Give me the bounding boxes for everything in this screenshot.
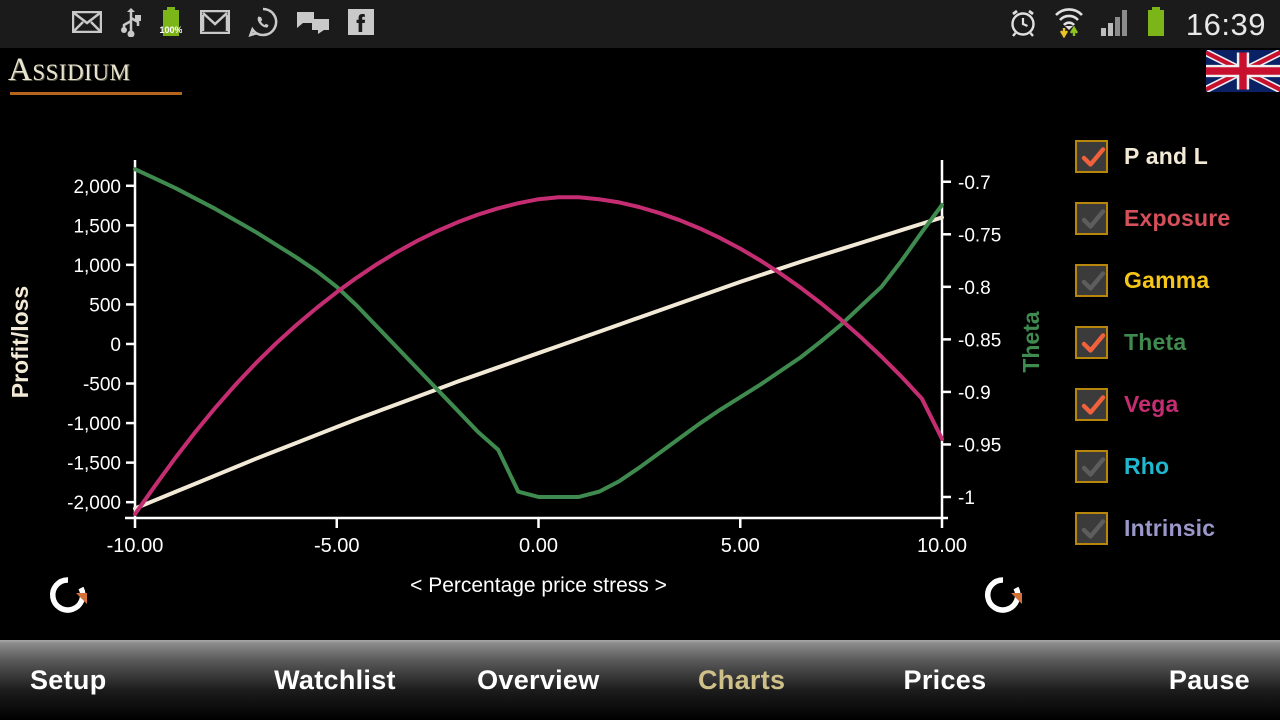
status-bar: 100% 16:39 bbox=[0, 0, 1280, 48]
x-tick-label: 0.00 bbox=[519, 535, 558, 557]
y-tick-label: 1,000 bbox=[73, 256, 121, 277]
nav-item-charts[interactable]: Charts bbox=[640, 665, 843, 696]
stress-chart[interactable]: 2,000 1,500 1,000 500 0 -500 -1,000 -1,500 -2,00… bbox=[0, 104, 1070, 640]
y2-tick-label: -0.75 bbox=[958, 225, 1001, 246]
legend-item-gamma[interactable]: Gamma bbox=[1075, 249, 1280, 311]
nav-item-pause[interactable]: Pause bbox=[1047, 665, 1280, 696]
x-tick-label: 10.00 bbox=[917, 535, 967, 557]
legend-label: Vega bbox=[1124, 390, 1179, 417]
x-tick-label: 5.00 bbox=[721, 535, 760, 557]
messages-icon bbox=[296, 10, 330, 39]
checkbox-exposure[interactable] bbox=[1075, 201, 1108, 235]
wifi-transfer-icon bbox=[1052, 6, 1086, 43]
y2-tick-label: -0.7 bbox=[958, 173, 991, 194]
series-line-theta bbox=[133, 167, 944, 499]
check-icon bbox=[1081, 518, 1106, 539]
checkbox-vega[interactable] bbox=[1075, 387, 1108, 421]
status-bar-right-icons: 16:39 bbox=[1008, 6, 1266, 43]
y2-tick-label: -0.9 bbox=[958, 383, 991, 404]
legend-label: Rho bbox=[1124, 452, 1170, 479]
app-logo: Assidium bbox=[8, 52, 131, 88]
nav-item-overview[interactable]: Overview bbox=[437, 665, 640, 696]
check-icon bbox=[1081, 332, 1106, 353]
checkbox-theta[interactable] bbox=[1075, 325, 1108, 359]
legend-label: Intrinsic bbox=[1124, 514, 1216, 541]
gmail-icon bbox=[199, 9, 231, 39]
legend-item-p-and-l[interactable]: P and L bbox=[1075, 125, 1280, 187]
battery-icon: 100% bbox=[159, 6, 183, 43]
y2-tick-label: -1 bbox=[958, 488, 975, 509]
logo-underline bbox=[10, 92, 182, 95]
y-tick-label: -500 bbox=[83, 375, 121, 396]
y2-tick-label: -0.95 bbox=[958, 435, 1001, 456]
x-tick-label: -5.00 bbox=[314, 535, 360, 557]
y-tick-label: 500 bbox=[89, 295, 121, 316]
y2-axis-title: Theta bbox=[1018, 311, 1044, 373]
whatsapp-icon bbox=[248, 7, 278, 42]
legend-item-theta[interactable]: Theta bbox=[1075, 311, 1280, 373]
usb-icon bbox=[120, 7, 142, 42]
legend-label: Exposure bbox=[1124, 204, 1231, 231]
series-line-vega bbox=[133, 195, 944, 517]
status-bar-left-icons: 100% bbox=[14, 6, 374, 43]
alarm-clock-icon bbox=[1008, 7, 1038, 42]
checkbox-rho[interactable] bbox=[1075, 449, 1108, 483]
y-tick-label: -1,500 bbox=[67, 454, 121, 475]
facebook-icon bbox=[348, 8, 374, 40]
chart-panel: 2,000 1,500 1,000 500 0 -500 -1,000 -1,500 -2,00… bbox=[0, 104, 1070, 640]
series-legend: P and L Exposure Gamma Theta Vega Rho Intrinsi… bbox=[1075, 125, 1280, 565]
check-icon bbox=[1081, 394, 1106, 415]
y-axis-title: Profit/loss bbox=[7, 286, 33, 398]
check-icon bbox=[1081, 270, 1106, 291]
app-header: Assidium bbox=[0, 48, 1280, 104]
bottom-navigation: Setup Watchlist Overview Charts Prices Pause bbox=[0, 640, 1280, 720]
uk-flag-icon[interactable] bbox=[1206, 50, 1280, 92]
checkbox-gamma[interactable] bbox=[1075, 263, 1108, 297]
y-tick-label: 2,000 bbox=[73, 177, 121, 198]
rotate-left-button[interactable] bbox=[45, 572, 91, 618]
legend-item-intrinsic[interactable]: Intrinsic bbox=[1075, 497, 1280, 559]
y2-tick-label: -0.8 bbox=[958, 278, 991, 299]
signal-bars-icon bbox=[1100, 7, 1132, 42]
legend-item-vega[interactable]: Vega bbox=[1075, 373, 1280, 435]
nav-item-watchlist[interactable]: Watchlist bbox=[233, 665, 436, 696]
nav-item-prices[interactable]: Prices bbox=[843, 665, 1046, 696]
legend-label: Gamma bbox=[1124, 266, 1210, 293]
checkbox-intrinsic[interactable] bbox=[1075, 511, 1108, 545]
y-tick-label: -2,000 bbox=[67, 493, 121, 514]
check-icon bbox=[1081, 146, 1106, 167]
checkbox-p-and-l[interactable] bbox=[1075, 139, 1108, 173]
check-icon bbox=[1081, 456, 1106, 477]
legend-item-rho[interactable]: Rho bbox=[1075, 435, 1280, 497]
legend-item-exposure[interactable]: Exposure bbox=[1075, 187, 1280, 249]
x-axis-title: < Percentage price stress > bbox=[410, 574, 667, 597]
rotate-right-button[interactable] bbox=[980, 572, 1026, 618]
y2-tick-label: -0.85 bbox=[958, 330, 1001, 351]
battery-percent-text: 100% bbox=[160, 25, 182, 35]
envelope-icon bbox=[71, 10, 103, 38]
y-tick-label: -1,000 bbox=[67, 414, 121, 435]
app-root: 100% 16:39 Assidium 2,000 1,500 1,000 50… bbox=[0, 0, 1280, 720]
status-bar-clock: 16:39 bbox=[1185, 6, 1266, 42]
nav-item-setup[interactable]: Setup bbox=[0, 665, 233, 696]
battery-status-icon bbox=[1146, 6, 1166, 42]
check-icon bbox=[1081, 208, 1106, 229]
y-tick-label: 0 bbox=[110, 335, 121, 356]
y-tick-label: 1,500 bbox=[73, 216, 121, 237]
x-tick-label: -10.00 bbox=[107, 535, 164, 557]
legend-label: Theta bbox=[1124, 328, 1187, 355]
legend-label: P and L bbox=[1124, 142, 1209, 169]
